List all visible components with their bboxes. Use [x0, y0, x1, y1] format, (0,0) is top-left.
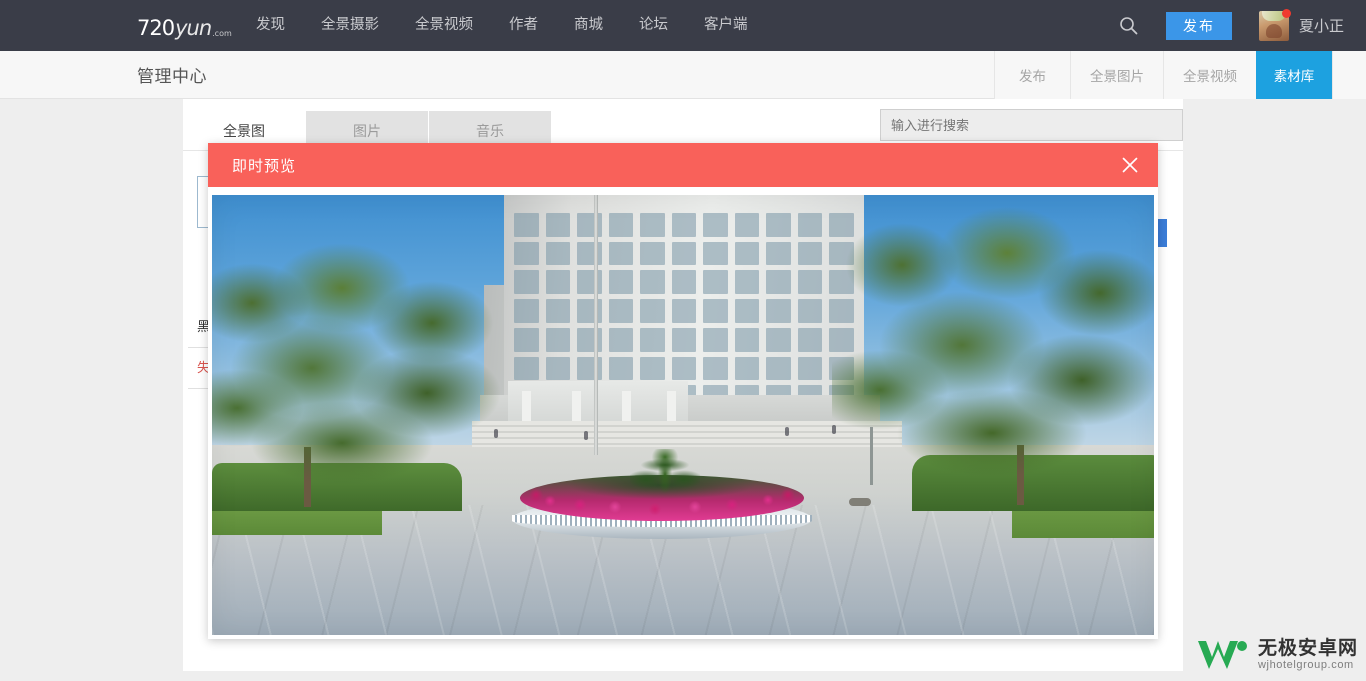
user-menu[interactable]: 夏小正	[1258, 8, 1344, 41]
nav-item-client[interactable]: 客户端	[686, 0, 766, 51]
person-figure	[584, 431, 588, 440]
flag-pole	[594, 195, 598, 455]
search-icon[interactable]	[1112, 9, 1146, 43]
instant-preview-modal: 即时预览	[208, 143, 1158, 639]
username-label: 夏小正	[1298, 18, 1344, 35]
nav-item-panorama-photography[interactable]: 全景摄影	[303, 0, 397, 51]
search-glyph	[1120, 17, 1138, 35]
nav-item-forum[interactable]: 论坛	[621, 0, 686, 51]
page-title: 管理中心	[137, 67, 207, 86]
person-figure	[832, 425, 836, 434]
person-figure	[785, 427, 789, 436]
page-root: 720 yun .com 发现 全景摄影 全景视频 作者 商城 论坛 客户端 发…	[0, 0, 1366, 681]
top-nav-right-group: 发布 夏小正	[1112, 0, 1366, 51]
notification-badge-icon	[1281, 8, 1291, 18]
circular-flowerbed	[512, 449, 812, 539]
management-tabs: 发布 全景图片 全景视频 素材库	[994, 51, 1366, 99]
tab-material-library[interactable]: 素材库	[1256, 51, 1332, 99]
close-glyph	[1122, 157, 1138, 173]
sub-header-bar: 管理中心 发布 全景图片 全景视频 素材库	[0, 51, 1366, 99]
watermark-text: 无极安卓网 wjhotelgroup.com	[1258, 638, 1358, 672]
top-navigation-bar: 720 yun .com 发现 全景摄影 全景视频 作者 商城 论坛 客户端 发…	[0, 0, 1366, 51]
nav-item-authors[interactable]: 作者	[491, 0, 556, 51]
logo-text-720: 720	[137, 15, 175, 40]
pine-tree-right	[832, 205, 1154, 505]
nav-item-discover[interactable]: 发现	[238, 0, 303, 51]
main-nav-items: 发现 全景摄影 全景视频 作者 商城 论坛 客户端	[238, 0, 766, 51]
subtab-spacer	[1332, 51, 1366, 99]
logo-text-com: .com	[212, 28, 232, 38]
search-input[interactable]	[880, 109, 1183, 141]
panorama-preview-viewport[interactable]	[212, 195, 1154, 635]
modal-title: 即时预览	[232, 157, 297, 175]
publish-button[interactable]: 发布	[1165, 11, 1232, 40]
lamp-post	[870, 427, 873, 485]
site-logo[interactable]: 720 yun .com	[137, 13, 232, 40]
center-palm-plant	[630, 449, 700, 505]
watermark: 无极安卓网 wjhotelgroup.com	[1194, 635, 1358, 675]
ground-rock	[849, 498, 871, 506]
nav-item-panorama-video[interactable]: 全景视频	[397, 0, 491, 51]
nav-item-store[interactable]: 商城	[556, 0, 621, 51]
w-logo-icon	[1197, 641, 1247, 669]
tab-publish[interactable]: 发布	[994, 51, 1070, 99]
person-figure	[494, 429, 498, 438]
close-icon[interactable]	[1118, 153, 1142, 177]
avatar[interactable]	[1258, 8, 1291, 41]
modal-header: 即时预览	[208, 143, 1158, 187]
watermark-en: wjhotelgroup.com	[1257, 659, 1354, 671]
tab-panorama-photos[interactable]: 全景图片	[1070, 51, 1163, 99]
watermark-cn: 无极安卓网	[1257, 638, 1358, 659]
modal-body	[208, 187, 1158, 639]
tab-panorama-videos[interactable]: 全景视频	[1163, 51, 1256, 99]
logo-text-yun: yun	[175, 15, 212, 40]
pine-tree-left	[212, 233, 522, 503]
